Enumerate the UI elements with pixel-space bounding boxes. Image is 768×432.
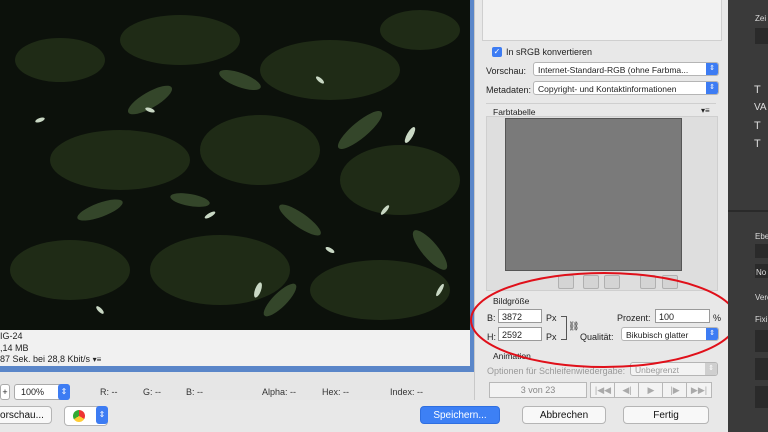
- layer-row[interactable]: [755, 386, 768, 408]
- baseline-icon[interactable]: T: [754, 138, 761, 150]
- format-line: IG-24: [0, 331, 23, 341]
- vorschau-select[interactable]: Internet-Standard-RGB (ohne Farbma... ⇕: [533, 62, 719, 76]
- chevron-updown-icon: ⇕: [706, 82, 718, 94]
- alpha-readout: Alpha: --: [262, 387, 297, 397]
- metadaten-value: Copyright- und Kontaktinformationen: [538, 84, 677, 94]
- panel-tab-ebe[interactable]: Ebe: [755, 232, 768, 241]
- hex-readout: Hex: --: [322, 387, 349, 397]
- blue-readout: B: --: [186, 387, 203, 397]
- format-settings-box: [482, 0, 722, 41]
- first-frame-button[interactable]: |◀◀: [590, 382, 616, 398]
- download-time: 87 Sek. bei 28,8 Kbit/s: [0, 354, 91, 364]
- play-button[interactable]: ▶: [638, 382, 664, 398]
- metadaten-label: Metadaten:: [486, 85, 532, 95]
- menu-icon[interactable]: ▾≡: [93, 355, 102, 364]
- vertical-scale-icon[interactable]: T: [754, 120, 761, 132]
- panel-tab-zei[interactable]: Zei: [755, 14, 766, 23]
- vorschau-value: Internet-Standard-RGB (ohne Farbma...: [538, 65, 689, 75]
- zoom-select[interactable]: 100% ⇕: [14, 384, 70, 400]
- prev-frame-button[interactable]: ◀|: [614, 382, 640, 398]
- panel-label-fixi: Fixi: [755, 315, 768, 324]
- size-line: ,14 MB: [0, 343, 29, 353]
- color-table-menu-icon[interactable]: ▾≡: [701, 106, 710, 115]
- index-readout: Index: --: [390, 387, 424, 397]
- last-frame-button[interactable]: ▶▶|: [686, 382, 712, 398]
- metadaten-select[interactable]: Copyright- und Kontaktinformationen ⇕: [533, 81, 719, 95]
- next-frame-button[interactable]: |▶: [662, 382, 688, 398]
- download-time-line: 87 Sek. bei 28,8 Kbit/s ▾≡: [0, 354, 101, 364]
- divider: [486, 103, 716, 104]
- layer-search-field[interactable]: [755, 244, 768, 258]
- preview-frame-bottom: [0, 366, 474, 372]
- green-readout: G: --: [143, 387, 161, 397]
- color-table-swatch[interactable]: [505, 118, 682, 271]
- annotation-ellipse: [470, 272, 738, 368]
- panel-label-vere: Vere: [755, 293, 768, 302]
- chevron-updown-icon: ⇕: [96, 406, 108, 424]
- zoom-out-button[interactable]: +: [0, 384, 10, 400]
- bottom-button-bar: [0, 400, 728, 432]
- frame-counter: 3 von 23: [489, 382, 587, 398]
- blend-mode-value: No: [756, 268, 767, 277]
- cancel-button[interactable]: Abbrechen: [522, 406, 606, 424]
- done-button[interactable]: Fertig: [623, 406, 709, 424]
- chrome-icon: [73, 410, 85, 422]
- srgb-checkbox[interactable]: ✓: [492, 47, 502, 57]
- layer-row[interactable]: [755, 358, 768, 380]
- vorschau-label: Vorschau:: [486, 66, 527, 76]
- foliage-photo: [0, 0, 470, 330]
- panel-field[interactable]: [755, 28, 768, 44]
- chevron-updown-icon: ⇕: [58, 384, 70, 400]
- text-size-icon[interactable]: T: [754, 84, 761, 96]
- image-info-panel: IG-24 ,14 MB 87 Sek. bei 28,8 Kbit/s ▾≡: [0, 330, 470, 366]
- photoshop-side-panel: Zei T VA T T Ebe No Vere Fixi: [728, 0, 768, 432]
- panel-divider: [728, 210, 768, 212]
- browser-select[interactable]: ⇕: [64, 406, 108, 426]
- preview-button[interactable]: orschau...: [0, 406, 52, 424]
- image-preview[interactable]: [0, 0, 470, 330]
- red-readout: R: --: [100, 387, 118, 397]
- zoom-value: 100%: [21, 387, 45, 397]
- kerning-icon[interactable]: VA: [754, 102, 767, 113]
- save-button[interactable]: Speichern...: [420, 406, 500, 424]
- chevron-updown-icon: ⇕: [706, 63, 718, 75]
- layer-row[interactable]: [755, 330, 768, 352]
- srgb-label: In sRGB konvertieren: [506, 47, 593, 57]
